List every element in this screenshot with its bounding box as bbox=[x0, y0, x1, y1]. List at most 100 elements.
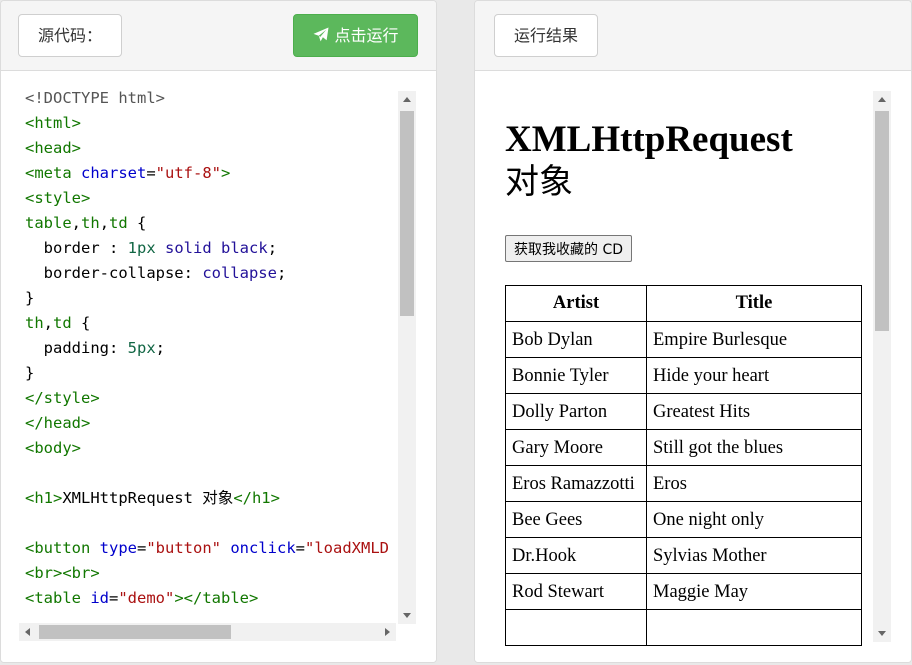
result-title-cjk: 对象 bbox=[505, 162, 573, 202]
code-token: "utf-8" bbox=[155, 164, 221, 182]
code-token: <!DOCTYPE html> bbox=[25, 89, 165, 107]
code-token: collapse bbox=[202, 264, 277, 282]
scroll-up-arrow-icon[interactable] bbox=[873, 91, 891, 109]
table-row: Eros Ramazzotti Eros bbox=[505, 465, 862, 502]
code-editor[interactable]: <!DOCTYPE html> <html> <head> <meta charset… bbox=[1, 72, 436, 662]
table-row: Gary Moore Still got the blues bbox=[505, 429, 862, 466]
table-row: Dr.Hook Sylvias Mother bbox=[505, 537, 862, 574]
code-token: 5px bbox=[127, 339, 156, 357]
scroll-up-arrow-icon[interactable] bbox=[398, 91, 416, 109]
code-token: <head> bbox=[25, 139, 81, 157]
code-content[interactable]: <!DOCTYPE html> <html> <head> <meta charset… bbox=[25, 86, 395, 608]
table-row: Rod Stewart Maggie May bbox=[505, 573, 862, 610]
code-token: ; bbox=[155, 339, 165, 357]
table-header-row: Artist Title bbox=[505, 285, 862, 322]
result-panel: 运行结果 XMLHttpRequest 对象 获取我收藏的 CD Artist T… bbox=[474, 0, 912, 663]
scrollbar-thumb[interactable] bbox=[875, 111, 889, 331]
result-vertical-scrollbar[interactable] bbox=[873, 91, 891, 642]
code-token: ></table> bbox=[174, 589, 259, 607]
code-line: } bbox=[25, 361, 395, 386]
title-cell: Hide your heart bbox=[646, 357, 862, 394]
code-token: , bbox=[43, 314, 54, 332]
title-cell: Empire Burlesque bbox=[646, 321, 862, 358]
artist-cell: Dr.Hook bbox=[505, 537, 647, 574]
code-line: <style> bbox=[25, 186, 395, 211]
artist-cell: Gary Moore bbox=[505, 429, 647, 466]
code-token: charset bbox=[81, 164, 147, 182]
result-title-latin: XMLHttpRequest bbox=[505, 119, 793, 160]
code-token: <table bbox=[25, 589, 91, 607]
code-token: padding: bbox=[25, 339, 128, 357]
artist-cell: Rod Stewart bbox=[505, 573, 647, 610]
code-line: } bbox=[25, 286, 395, 311]
title-cell bbox=[646, 609, 862, 646]
code-token: </h1> bbox=[233, 489, 280, 507]
code-token: } bbox=[25, 364, 35, 382]
scrollbar-thumb[interactable] bbox=[400, 111, 414, 316]
result-page-title: XMLHttpRequest 对象 bbox=[505, 119, 870, 203]
source-panel-header: 源代码： 点击运行 bbox=[1, 1, 436, 71]
code-token: border : bbox=[25, 239, 128, 257]
code-line: </style> bbox=[25, 386, 395, 411]
table-row: Bob Dylan Empire Burlesque bbox=[505, 321, 862, 358]
code-token: black bbox=[221, 239, 268, 257]
scroll-right-arrow-icon[interactable] bbox=[378, 623, 396, 641]
artist-cell: Bob Dylan bbox=[505, 321, 647, 358]
code-horizontal-scrollbar[interactable] bbox=[19, 623, 396, 641]
artist-cell: Bonnie Tyler bbox=[505, 357, 647, 394]
fetch-cd-button[interactable]: 获取我收藏的 CD bbox=[505, 235, 633, 262]
scroll-down-arrow-icon[interactable] bbox=[398, 606, 416, 624]
code-token: td bbox=[109, 214, 128, 232]
artist-column-header: Artist bbox=[505, 285, 647, 322]
run-result-label-button[interactable]: 运行结果 bbox=[494, 14, 598, 57]
code-token: = bbox=[295, 539, 305, 557]
scrollbar-thumb[interactable] bbox=[39, 625, 231, 639]
code-token: <meta bbox=[25, 164, 81, 182]
code-token: th bbox=[25, 314, 44, 332]
code-line: <button type="button" onclick="loadXMLD bbox=[25, 536, 395, 561]
scroll-down-arrow-icon[interactable] bbox=[873, 624, 891, 642]
code-vertical-scrollbar[interactable] bbox=[398, 91, 416, 624]
code-line: th,td { bbox=[25, 311, 395, 336]
title-cell: Greatest Hits bbox=[646, 393, 862, 430]
code-line: </head> bbox=[25, 411, 395, 436]
code-line: <br><br> bbox=[25, 561, 395, 586]
code-token: { bbox=[127, 214, 147, 232]
code-token: <h1> bbox=[25, 489, 63, 507]
artist-cell: Dolly Parton bbox=[505, 393, 647, 430]
code-token: } bbox=[25, 289, 35, 307]
code-line: <h1>XMLHttpRequest 对象</h1> bbox=[25, 486, 395, 511]
code-token: <body> bbox=[25, 439, 81, 457]
source-code-label-button[interactable]: 源代码： bbox=[18, 14, 122, 57]
result-frame: XMLHttpRequest 对象 获取我收藏的 CD Artist Title … bbox=[505, 86, 870, 662]
title-cell: Sylvias Mother bbox=[646, 537, 862, 574]
table-row: Bee Gees One night only bbox=[505, 501, 862, 538]
code-token: , bbox=[71, 214, 82, 232]
code-line: <head> bbox=[25, 136, 395, 161]
code-token: <style> bbox=[25, 189, 91, 207]
code-token: > bbox=[221, 164, 231, 182]
result-viewport: XMLHttpRequest 对象 获取我收藏的 CD Artist Title … bbox=[475, 72, 911, 662]
code-token: table bbox=[25, 214, 72, 232]
code-token: onclick bbox=[230, 539, 296, 557]
paper-plane-icon bbox=[313, 27, 329, 42]
code-token: = bbox=[109, 589, 119, 607]
code-token: "loadXMLD bbox=[305, 539, 389, 557]
code-token: type bbox=[99, 539, 137, 557]
table-row bbox=[505, 609, 862, 646]
code-token: <html> bbox=[25, 114, 81, 132]
code-token: = bbox=[146, 164, 156, 182]
code-token: = bbox=[136, 539, 147, 557]
code-token: solid bbox=[165, 239, 212, 257]
code-line: padding: 5px; bbox=[25, 336, 395, 361]
code-token: { bbox=[71, 314, 91, 332]
artist-cell: Bee Gees bbox=[505, 501, 647, 538]
scroll-left-arrow-icon[interactable] bbox=[19, 623, 37, 641]
code-token: </style> bbox=[25, 389, 100, 407]
run-button[interactable]: 点击运行 bbox=[293, 14, 418, 57]
code-token: ; bbox=[267, 239, 278, 257]
